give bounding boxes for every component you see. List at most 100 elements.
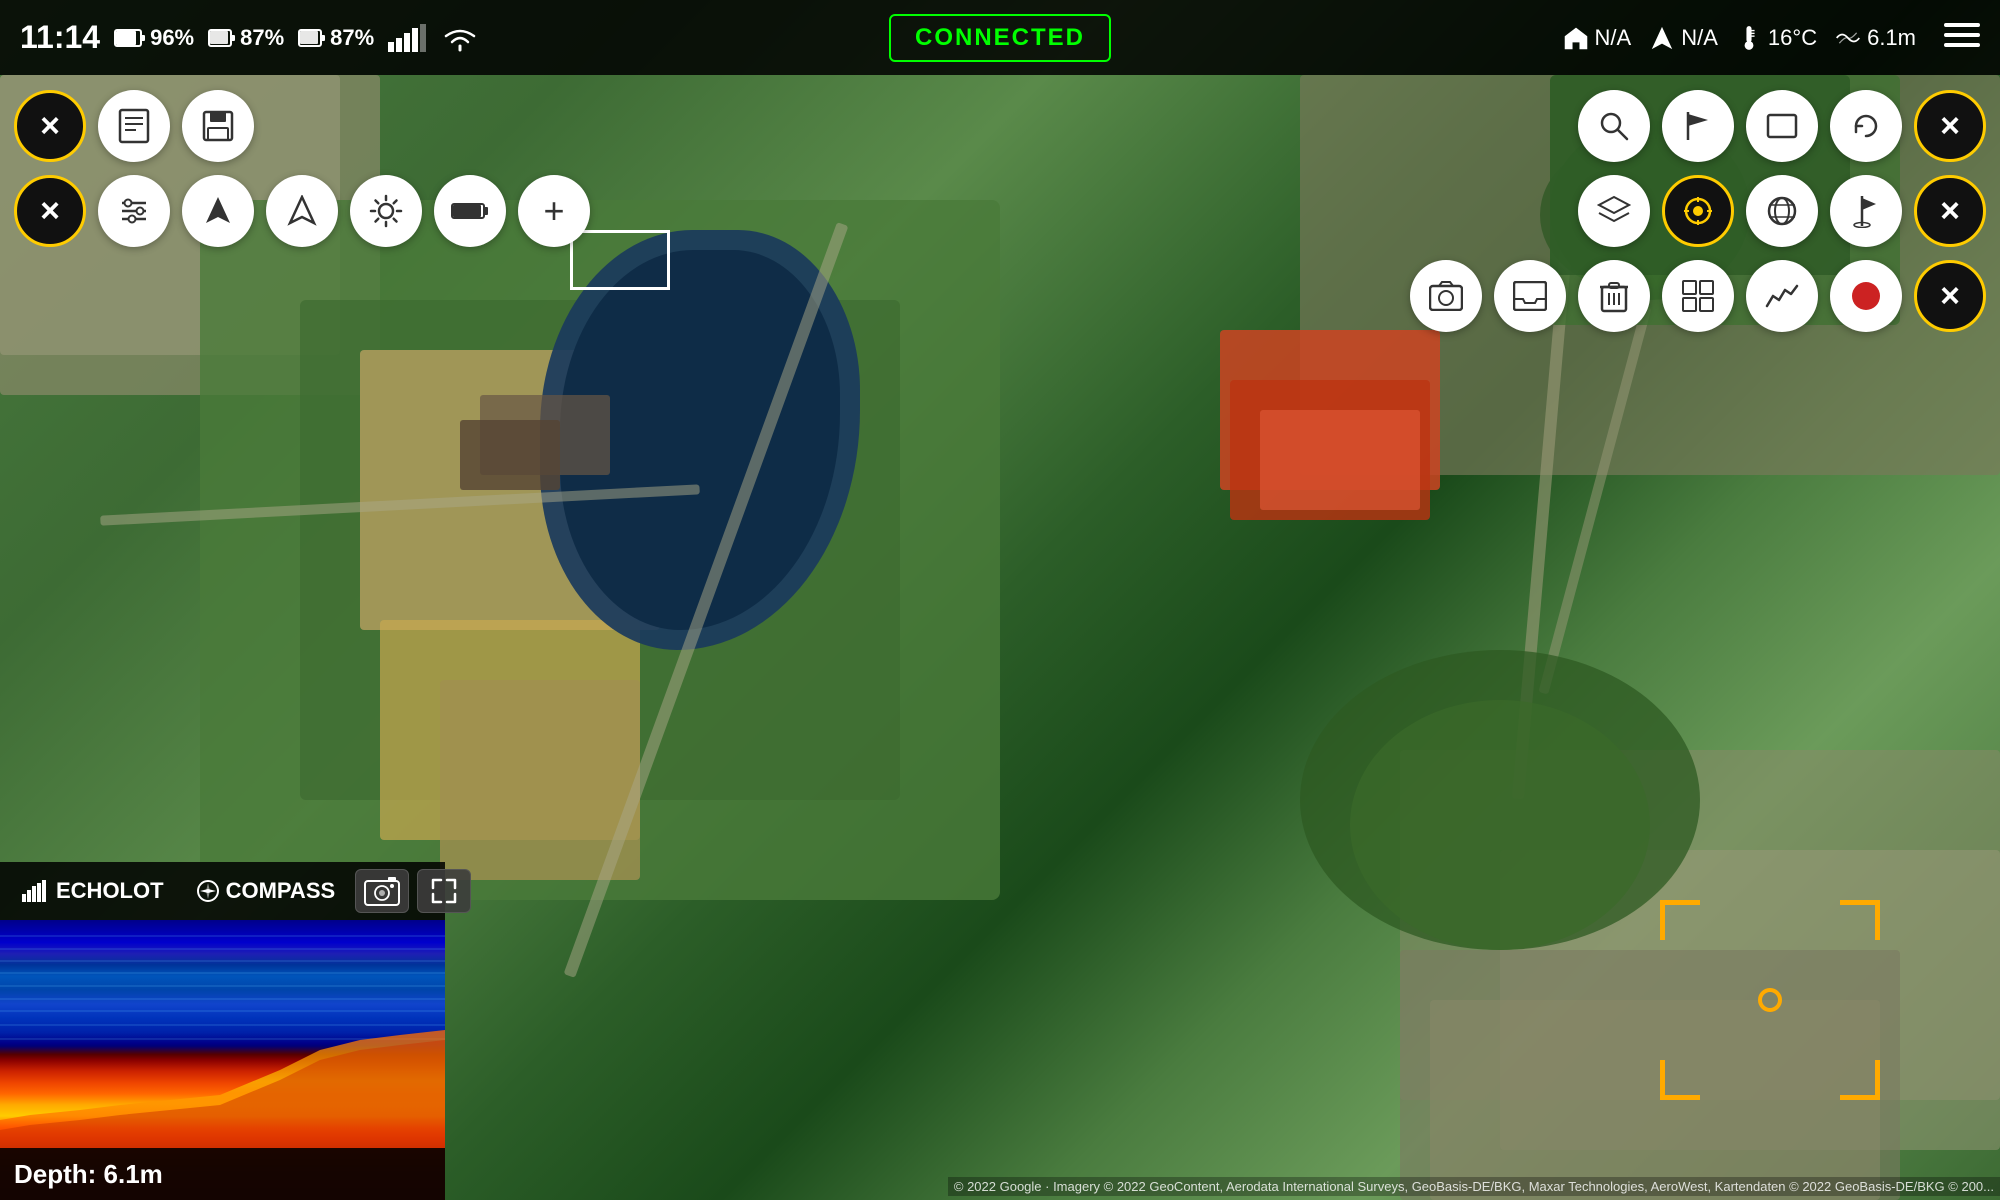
target-icon xyxy=(1682,195,1714,227)
status-right: N/A N/A 16°C 6.1m xyxy=(1563,21,1980,54)
depth-label: Depth: 6.1m xyxy=(14,1159,163,1190)
battery1-pct: 96% xyxy=(150,25,194,51)
expand-icon xyxy=(431,878,457,904)
menu-button[interactable] xyxy=(1944,21,1980,54)
battery-icon xyxy=(451,202,489,220)
rotate-icon xyxy=(1850,110,1882,142)
rectangle-icon xyxy=(1766,113,1798,139)
target-btn[interactable] xyxy=(1662,175,1734,247)
save-btn[interactable] xyxy=(182,90,254,162)
wifi-icon xyxy=(442,24,478,52)
save-icon xyxy=(202,110,234,142)
globe-btn[interactable] xyxy=(1746,175,1818,247)
add-btn[interactable]: + xyxy=(518,175,590,247)
status-left: 11:14 96% 87% 87% xyxy=(20,19,520,56)
settings-btn[interactable] xyxy=(98,175,170,247)
document-btn[interactable] xyxy=(98,90,170,162)
corner-br xyxy=(1840,1060,1880,1100)
depth-status: 6.1m xyxy=(1835,25,1916,51)
compass-icon xyxy=(196,879,220,903)
toolbar-row1-left: × xyxy=(14,90,254,162)
flag-btn[interactable] xyxy=(1662,90,1734,162)
battery3-icon xyxy=(298,29,326,47)
close-btn-1[interactable]: × xyxy=(14,90,86,162)
trash-btn[interactable] xyxy=(1578,260,1650,332)
corner-bl xyxy=(1660,1060,1700,1100)
waypoint-icon1 xyxy=(202,195,234,227)
battery3-pct: 87% xyxy=(330,25,374,51)
rect-btn[interactable] xyxy=(1746,90,1818,162)
close-btn-r1[interactable]: × xyxy=(1914,90,1986,162)
brightness-icon xyxy=(369,194,403,228)
search-btn[interactable] xyxy=(1578,90,1650,162)
hamburger-icon xyxy=(1944,21,1980,49)
nav-icon xyxy=(1649,25,1675,51)
close-btn-r3[interactable]: × xyxy=(1914,260,1986,332)
panel-tabs: ECHOLOT COMPASS xyxy=(0,862,445,920)
photo-icon xyxy=(1429,281,1463,311)
wifi-group xyxy=(442,24,478,52)
inbox-icon xyxy=(1513,281,1547,311)
battery1-icon xyxy=(114,28,146,48)
toolbar-row3-right: × xyxy=(1410,260,1986,332)
signal-icon xyxy=(388,24,428,52)
photo-btn[interactable] xyxy=(1410,260,1482,332)
depth-status-label: 6.1m xyxy=(1867,25,1916,51)
search-icon xyxy=(1598,110,1630,142)
map-attribution: © 2022 Google · Imagery © 2022 GeoConten… xyxy=(948,1177,2000,1196)
corner-tl xyxy=(1660,900,1700,940)
home-status: N/A xyxy=(1563,25,1632,51)
corner-tr xyxy=(1840,900,1880,940)
nav-draw-btn2[interactable] xyxy=(266,175,338,247)
expand-panel-btn[interactable] xyxy=(417,869,471,913)
drone-target xyxy=(1660,900,1880,1100)
status-bar: 11:14 96% 87% 87% xyxy=(0,0,2000,75)
battery-indicator-btn[interactable] xyxy=(434,175,506,247)
camera-panel-btn[interactable] xyxy=(355,869,409,913)
nav-status: N/A xyxy=(1649,25,1718,51)
nav-draw-btn1[interactable] xyxy=(182,175,254,247)
battery2-group: 87% xyxy=(208,25,284,51)
battery2-pct: 87% xyxy=(240,25,284,51)
layers-icon xyxy=(1597,195,1631,227)
home-icon xyxy=(1563,25,1589,51)
flag-icon xyxy=(1684,110,1712,142)
battery3-group: 87% xyxy=(298,25,374,51)
record-btn[interactable] xyxy=(1830,260,1902,332)
brightness-btn[interactable] xyxy=(350,175,422,247)
temp-status: 16°C xyxy=(1736,25,1817,51)
close-btn-r2[interactable]: × xyxy=(1914,175,1986,247)
trash-icon xyxy=(1600,279,1628,313)
panel-right-buttons xyxy=(355,869,471,913)
globe-icon xyxy=(1766,195,1798,227)
connected-badge: CONNECTED xyxy=(889,14,1111,62)
sonar-status-icon xyxy=(1835,25,1861,51)
nav-label: N/A xyxy=(1681,25,1718,51)
temp-label: 16°C xyxy=(1768,25,1817,51)
depth-bar: Depth: 6.1m xyxy=(0,1148,445,1200)
layers-btn[interactable] xyxy=(1578,175,1650,247)
document-icon xyxy=(118,108,150,144)
close-btn-2[interactable]: × xyxy=(14,175,86,247)
camera-btn-icon xyxy=(364,876,400,906)
echolot-panel: ECHOLOT COMPASS xyxy=(0,862,445,1200)
battery2-icon xyxy=(208,29,236,47)
golf-icon xyxy=(1852,194,1880,228)
rotate-btn[interactable] xyxy=(1830,90,1902,162)
echolot-icon xyxy=(22,880,50,902)
grid-btn[interactable] xyxy=(1662,260,1734,332)
temp-icon xyxy=(1736,25,1762,51)
toolbar-row2-left: × xyxy=(14,175,590,247)
sliders-icon xyxy=(118,195,150,227)
golf-btn[interactable] xyxy=(1830,175,1902,247)
drone-center-dot xyxy=(1758,988,1782,1012)
grid-icon xyxy=(1682,280,1714,312)
chart-icon xyxy=(1765,282,1799,310)
chart-btn[interactable] xyxy=(1746,260,1818,332)
inbox-btn[interactable] xyxy=(1494,260,1566,332)
waypoint-icon2 xyxy=(286,195,318,227)
compass-label: COMPASS xyxy=(226,878,336,904)
signal-group xyxy=(388,24,428,52)
compass-tab[interactable]: COMPASS xyxy=(184,872,348,910)
echolot-tab[interactable]: ECHOLOT xyxy=(10,872,176,910)
